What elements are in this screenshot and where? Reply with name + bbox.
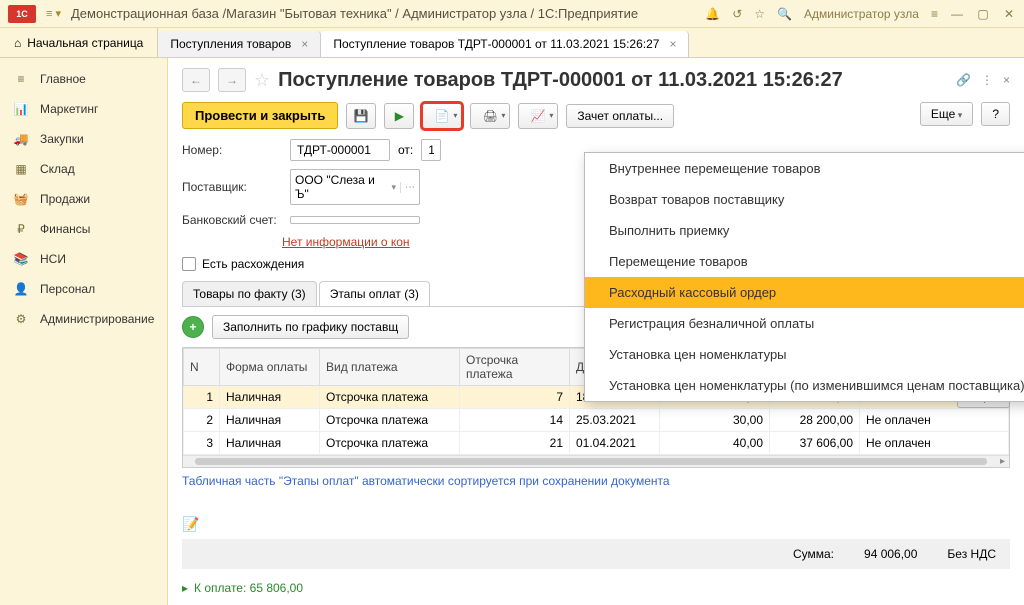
history-icon[interactable]: ↺ bbox=[732, 7, 742, 21]
link-icon[interactable]: 🔗 bbox=[956, 73, 971, 87]
tab-bar: ⌂ Начальная страница Поступления товаров… bbox=[0, 28, 1024, 58]
sidebar-item-admin[interactable]: ⚙Администрирование bbox=[0, 304, 167, 334]
offset-payment-button[interactable]: Зачет оплаты... bbox=[566, 104, 674, 128]
doc-tab-payments[interactable]: Этапы оплат (3) bbox=[319, 281, 430, 306]
app-topbar: ≡ ▾ Демонстрационная база /Магазин "Быто… bbox=[0, 0, 1024, 28]
logo-1c bbox=[8, 5, 36, 23]
divergence-label: Есть расхождения bbox=[202, 257, 304, 271]
menu-item[interactable]: Выполнить приемку bbox=[585, 215, 1024, 246]
report-button[interactable]: 📈 bbox=[518, 103, 558, 129]
post-button[interactable]: ▶ bbox=[384, 103, 414, 129]
bank-select[interactable] bbox=[290, 216, 420, 224]
divergence-checkbox[interactable] bbox=[182, 257, 196, 271]
sum-label: Сумма: bbox=[793, 547, 834, 561]
back-button[interactable]: ← bbox=[182, 68, 210, 92]
window-title: Демонстрационная база /Магазин "Бытовая … bbox=[71, 6, 695, 21]
truck-icon: 🚚 bbox=[12, 130, 30, 148]
nds-value: Без НДС bbox=[947, 547, 996, 561]
gear-icon: ⚙ bbox=[12, 310, 30, 328]
horizontal-scrollbar[interactable]: ▸ bbox=[183, 455, 1009, 467]
document-title: Поступление товаров ТДРТ-000001 от 11.03… bbox=[278, 69, 948, 92]
sort-hint: Табличная часть "Этапы оплат" автоматиче… bbox=[182, 474, 1010, 488]
bell-icon[interactable]: 🔔 bbox=[705, 7, 720, 21]
menu-item[interactable]: Установка цен номенклатуры (по изменивши… bbox=[585, 370, 1024, 401]
search-icon[interactable]: 🔍 bbox=[777, 7, 792, 21]
person-icon: 👤 bbox=[12, 280, 30, 298]
note-icon[interactable]: 📝 bbox=[182, 516, 1010, 533]
document-content: ← → ☆ Поступление товаров ТДРТ-000001 от… bbox=[168, 58, 1024, 605]
menu-item[interactable]: Регистрация безналичной оплаты bbox=[585, 308, 1024, 339]
date-input[interactable] bbox=[421, 139, 441, 161]
basket-icon: 🧺 bbox=[12, 190, 30, 208]
book-icon: 📚 bbox=[12, 250, 30, 268]
favorite-star-icon[interactable]: ☆ bbox=[254, 70, 270, 91]
print-button[interactable]: 🖨 bbox=[470, 103, 510, 129]
close-icon[interactable]: × bbox=[301, 37, 308, 51]
help-button[interactable]: ? bbox=[981, 102, 1010, 126]
number-label: Номер: bbox=[182, 143, 282, 157]
menu-item[interactable]: Перемещение товаров bbox=[585, 246, 1024, 277]
to-pay-link[interactable]: К оплате: 65 806,00 bbox=[182, 581, 1010, 595]
sidebar-item-personal[interactable]: 👤Персонал bbox=[0, 274, 167, 304]
menu-item[interactable]: Установка цен номенклатуры bbox=[585, 339, 1024, 370]
home-icon: ⌂ bbox=[14, 36, 21, 50]
number-input[interactable] bbox=[290, 139, 390, 161]
summary-bar: Сумма: 94 006,00 Без НДС bbox=[182, 539, 1010, 569]
close-doc-icon[interactable]: × bbox=[1003, 73, 1010, 87]
menu-item[interactable]: Расходный кассовый ордер bbox=[585, 277, 1024, 308]
tab-home-label: Начальная страница bbox=[27, 36, 143, 50]
sidebar-item-marketing[interactable]: 📊Маркетинг bbox=[0, 94, 167, 124]
boxes-icon: ▦ bbox=[12, 160, 30, 178]
section-sidebar: ≡Главное 📊Маркетинг 🚚Закупки ▦Склад 🧺Про… bbox=[0, 58, 168, 605]
menu-bars-icon: ≡ bbox=[12, 70, 30, 88]
bank-label: Банковский счет: bbox=[182, 213, 282, 227]
sum-value: 94 006,00 bbox=[864, 547, 917, 561]
close-window-button[interactable]: ✕ bbox=[1002, 7, 1016, 21]
maximize-button[interactable]: ▢ bbox=[976, 7, 990, 21]
sidebar-item-main[interactable]: ≡Главное bbox=[0, 64, 167, 94]
kebab-icon[interactable]: ⋮ bbox=[981, 73, 993, 87]
user-label[interactable]: Администратор узла bbox=[804, 7, 919, 21]
sidebar-item-sales[interactable]: 🧺Продажи bbox=[0, 184, 167, 214]
table-row[interactable]: 3НаличнаяОтсрочка платежа2101.04.202140,… bbox=[184, 432, 1009, 455]
menu-item[interactable]: Внутреннее перемещение товаров bbox=[585, 153, 1024, 184]
tab-document-label: Поступление товаров ТДРТ-000001 от 11.03… bbox=[333, 37, 659, 51]
supplier-label: Поставщик: bbox=[182, 180, 282, 194]
star-icon[interactable]: ☆ bbox=[754, 7, 765, 21]
main-menu-icon[interactable]: ≡ ▾ bbox=[46, 7, 61, 20]
sidebar-item-warehouse[interactable]: ▦Склад bbox=[0, 154, 167, 184]
post-and-close-button[interactable]: Провести и закрыть bbox=[182, 102, 338, 129]
create-based-on-menu: Внутреннее перемещение товаровВозврат то… bbox=[584, 152, 1024, 402]
table-row[interactable]: 2НаличнаяОтсрочка платежа1425.03.202130,… bbox=[184, 409, 1009, 432]
tab-list[interactable]: Поступления товаров × bbox=[158, 31, 321, 57]
from-label: от: bbox=[398, 143, 413, 157]
sidebar-item-purchases[interactable]: 🚚Закупки bbox=[0, 124, 167, 154]
ruble-icon: ₽ bbox=[12, 220, 30, 238]
settings-icon[interactable]: ≡ bbox=[931, 7, 938, 21]
more-button[interactable]: Еще bbox=[920, 102, 973, 126]
sidebar-item-finance[interactable]: ₽Финансы bbox=[0, 214, 167, 244]
add-row-button[interactable]: + bbox=[182, 316, 204, 338]
forward-button[interactable]: → bbox=[218, 68, 246, 92]
save-button[interactable]: 💾 bbox=[346, 103, 376, 129]
tab-list-label: Поступления товаров bbox=[170, 37, 291, 51]
menu-item[interactable]: Возврат товаров поставщику bbox=[585, 184, 1024, 215]
sidebar-item-nsi[interactable]: 📚НСИ bbox=[0, 244, 167, 274]
doc-tab-goods[interactable]: Товары по факту (3) bbox=[182, 281, 317, 306]
close-icon[interactable]: × bbox=[669, 37, 676, 51]
fill-schedule-button[interactable]: Заполнить по графику поставщ bbox=[212, 315, 409, 339]
supplier-select[interactable]: ООО "Слеза и Ъ"▾⋯ bbox=[290, 169, 420, 205]
chart-icon: 📊 bbox=[12, 100, 30, 118]
create-based-on-button[interactable]: 📄 bbox=[422, 103, 462, 129]
minimize-button[interactable]: — bbox=[950, 7, 964, 21]
tab-document[interactable]: Поступление товаров ТДРТ-000001 от 11.03… bbox=[321, 31, 689, 57]
tab-home[interactable]: ⌂ Начальная страница bbox=[0, 28, 158, 57]
